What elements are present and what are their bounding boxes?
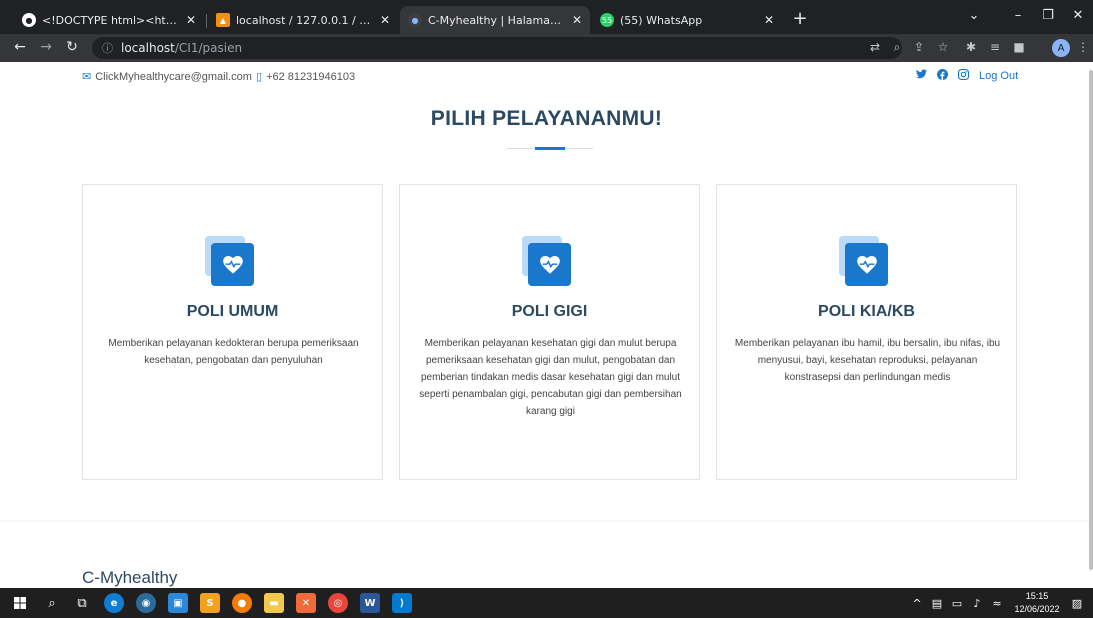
reading-list-icon[interactable]: ≡ <box>986 40 1004 54</box>
sublime-icon[interactable]: S <box>200 593 220 613</box>
contact-phone: ▯ +62 81231946103 <box>256 70 356 84</box>
whatsapp-icon: 55 <box>600 13 614 27</box>
close-icon[interactable]: ✕ <box>572 13 582 27</box>
contact-email: ✉ ClickMyhealthycare@gmail.com <box>82 70 252 84</box>
title-accent-bar <box>535 147 565 150</box>
service-description: Memberikan pelayanan kedokteran berupa p… <box>108 338 359 366</box>
clock-date: 12/06/2022 <box>1014 604 1060 614</box>
service-title: POLI GIGI <box>511 303 588 320</box>
phpmyadmin-icon: ▲ <box>216 13 230 27</box>
window-close-icon[interactable]: ✕ <box>1066 8 1090 23</box>
service-title: POLI KIA/KB <box>818 303 915 320</box>
tab-separator <box>206 14 207 28</box>
windows-taskbar: ⌕ ⧉ e ◉ ▣ S ● ▬ ✕ ◎ W ⟩ ^ ▤ ▭ ♪ ≈ 15:15 … <box>0 588 1093 618</box>
tab-doctype[interactable]: ● <!DOCTYPE html><html lang=" ✕ <box>14 6 204 34</box>
heart-pulse-icon <box>522 236 572 286</box>
page-content: ✉ ClickMyhealthycare@gmail.com ▯ +62 812… <box>0 62 1093 588</box>
tab-title: localhost / 127.0.0.1 / antrian / p <box>236 13 374 27</box>
service-description: Memberikan pelayanan ibu hamil, ibu bers… <box>734 338 1001 383</box>
battery-icon[interactable]: ▭ <box>950 597 964 610</box>
edge-icon[interactable]: e <box>104 593 124 613</box>
twitter-icon[interactable] <box>915 69 927 82</box>
phone-icon: ▯ <box>256 71 263 83</box>
side-panel-icon[interactable]: ■ <box>1010 40 1028 54</box>
task-view-icon[interactable]: ⧉ <box>72 593 92 613</box>
speaker-icon[interactable]: ♪ <box>970 597 984 610</box>
windows-start-icon[interactable] <box>10 593 30 613</box>
forward-icon[interactable]: → <box>36 39 56 55</box>
file-explorer-icon[interactable]: ▬ <box>264 593 284 613</box>
notification-icon[interactable]: ▨ <box>1070 597 1084 610</box>
firefox-icon[interactable]: ● <box>232 593 252 613</box>
close-icon[interactable]: ✕ <box>764 13 774 27</box>
tray-app-icon[interactable]: ▤ <box>930 597 944 610</box>
restore-icon[interactable]: ❐ <box>1036 8 1060 23</box>
wifi-icon[interactable]: ≈ <box>990 597 1004 610</box>
chrome-taskbar-icon[interactable]: ◎ <box>328 593 348 613</box>
back-icon[interactable]: ← <box>10 39 30 55</box>
url-host: localhost <box>121 41 175 55</box>
taskbar-clock[interactable]: 15:15 12/06/2022 <box>1012 590 1062 616</box>
envelope-icon: ✉ <box>82 71 92 83</box>
footer-brand: C-Myhealthy <box>82 568 178 587</box>
address-bar[interactable]: ⓘ localhost /CI1/pasien <box>92 37 902 59</box>
section-divider <box>0 520 1093 522</box>
service-card-poli-umum[interactable]: POLI UMUM Memberikan pelayanan kedoktera… <box>82 184 383 480</box>
word-icon[interactable]: W <box>360 593 380 613</box>
bookmark-star-icon[interactable]: ☆ <box>934 40 952 54</box>
tab-title: (55) WhatsApp <box>620 13 703 27</box>
close-icon[interactable]: ✕ <box>380 13 390 27</box>
heart-pulse-icon <box>839 236 889 286</box>
instagram-icon[interactable] <box>957 69 969 83</box>
zoom-icon[interactable]: ⌕ <box>888 40 906 55</box>
service-card-poli-gigi[interactable]: POLI GIGI Memberikan pelayanan kesehatan… <box>399 184 700 480</box>
tab-halaman-pasien[interactable]: ● C-Myhealthy | Halaman Pasien ✕ <box>400 6 590 34</box>
contact-topbar: ✉ ClickMyhealthycare@gmail.com ▯ +62 812… <box>0 62 1093 90</box>
browser-tab-strip: ● <!DOCTYPE html><html lang=" ✕ ▲ localh… <box>0 0 1093 34</box>
reload-icon[interactable]: ↻ <box>62 39 82 55</box>
service-card-poli-kia-kb[interactable]: POLI KIA/KB Memberikan pelayanan ibu ham… <box>716 184 1017 480</box>
xampp-icon[interactable]: ✕ <box>296 593 316 613</box>
clock-time: 15:15 <box>1025 591 1049 601</box>
service-description: Memberikan pelayanan kesehatan gigi dan … <box>419 338 682 417</box>
new-tab-button[interactable]: + <box>790 8 810 29</box>
page-scrollbar[interactable] <box>1089 70 1093 570</box>
tab-whatsapp[interactable]: 55 (55) WhatsApp ✕ <box>592 6 782 34</box>
minimize-icon[interactable]: – <box>1006 8 1030 23</box>
share-icon[interactable]: ⇪ <box>910 40 928 54</box>
vscode-icon[interactable]: ⟩ <box>392 593 412 613</box>
phone-text: +62 81231946103 <box>266 70 356 83</box>
app-icon[interactable]: ◉ <box>136 593 156 613</box>
logout-link[interactable]: Log Out <box>979 70 1018 82</box>
close-icon[interactable]: ✕ <box>186 13 196 27</box>
browser-toolbar: ← → ↻ ⓘ localhost /CI1/pasien ⇄ ⌕ ⇪ ☆ ✱ … <box>0 34 1093 62</box>
url-path: /CI1/pasien <box>174 41 243 55</box>
store-icon[interactable]: ▣ <box>168 593 188 613</box>
translate-icon[interactable]: ⇄ <box>866 40 884 54</box>
service-title: POLI UMUM <box>186 303 279 320</box>
section-title: PILIH PELAYANANMU! <box>430 107 663 130</box>
chevron-up-icon[interactable]: ^ <box>910 597 924 610</box>
site-favicon: ● <box>408 13 422 27</box>
chrome-icon: ● <box>22 13 36 27</box>
tab-title: <!DOCTYPE html><html lang=" <box>42 13 180 27</box>
tab-title: C-Myhealthy | Halaman Pasien <box>428 13 566 27</box>
extensions-icon[interactable]: ✱ <box>962 40 980 54</box>
profile-avatar[interactable]: A <box>1052 39 1070 57</box>
search-icon[interactable]: ⌕ <box>42 593 62 613</box>
email-text: ClickMyhealthycare@gmail.com <box>95 70 252 83</box>
heart-pulse-icon <box>205 236 255 286</box>
facebook-icon[interactable] <box>936 69 948 83</box>
site-info-icon[interactable]: ⓘ <box>102 40 113 56</box>
tab-search-icon[interactable]: ⌄ <box>962 8 986 23</box>
chrome-menu-icon[interactable]: ⋮ <box>1074 40 1092 54</box>
tab-phpmyadmin[interactable]: ▲ localhost / 127.0.0.1 / antrian / p ✕ <box>208 6 398 34</box>
